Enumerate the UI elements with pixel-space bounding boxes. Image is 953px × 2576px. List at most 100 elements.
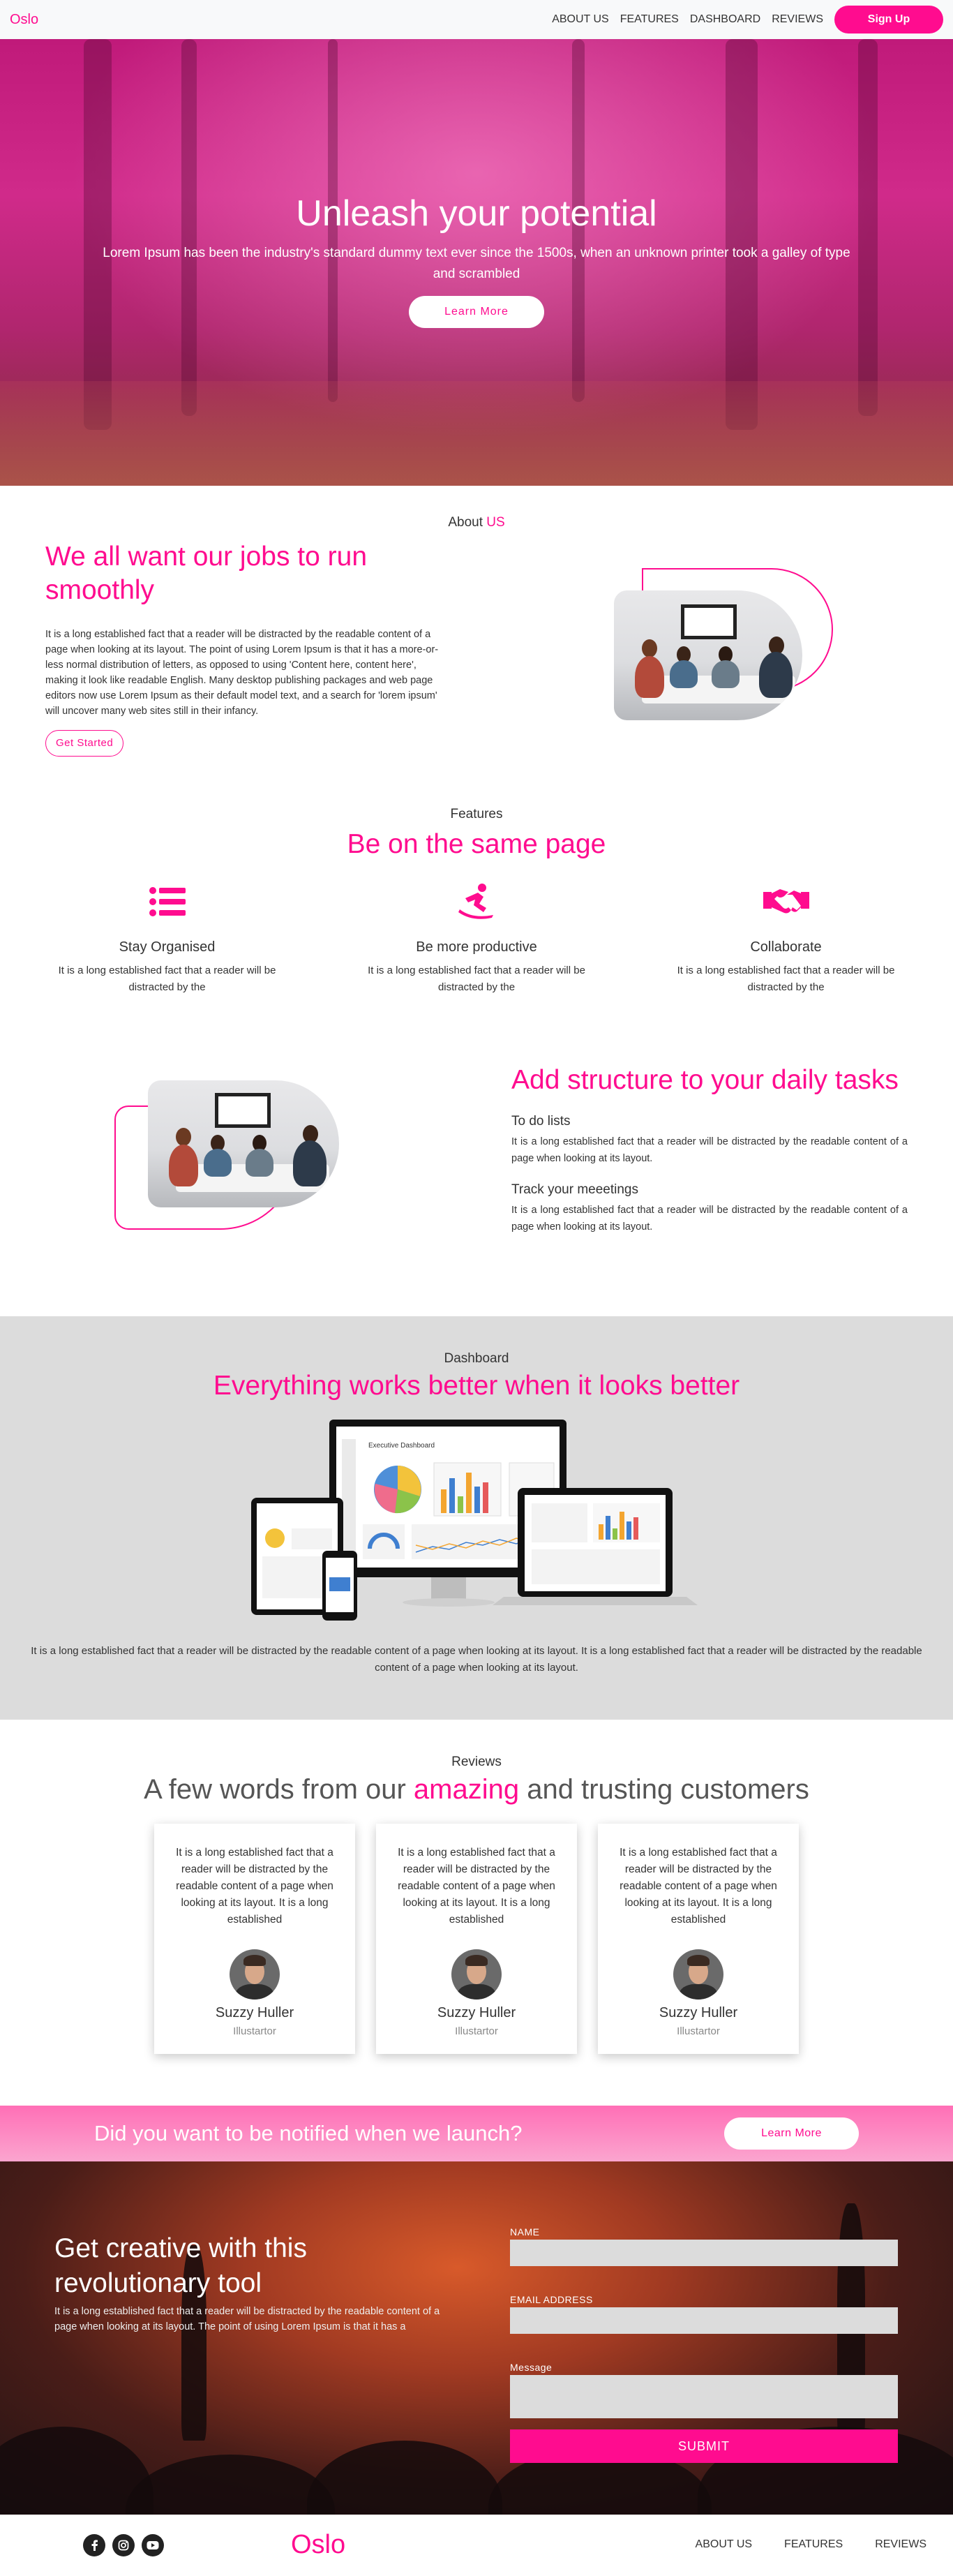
bar — [466, 1473, 472, 1513]
hero-learn-more-button[interactable]: Learn More — [409, 296, 544, 328]
name-field[interactable] — [510, 2240, 898, 2266]
bar — [620, 1512, 624, 1540]
avatar — [673, 1949, 723, 2000]
structure-item-text: It is a long established fact that a rea… — [511, 1205, 908, 1233]
facebook-icon[interactable] — [83, 2534, 105, 2556]
bar — [441, 1489, 447, 1513]
sign-up-button[interactable]: Sign Up — [834, 6, 943, 33]
features-eyebrow: Features — [450, 807, 503, 821]
review-list: It is a long established fact that a rea… — [0, 1824, 953, 2054]
dashboard-section: Dashboard Everything works better when i… — [0, 1316, 953, 1720]
snowboarder-icon — [353, 881, 601, 923]
review-card: It is a long established fact that a rea… — [598, 1824, 799, 2054]
bar — [474, 1487, 480, 1513]
person — [169, 1145, 198, 1186]
person-head — [642, 639, 657, 657]
crowd-silhouette — [126, 2455, 335, 2515]
hero-section: Unleash your potential Lorem Ipsum has b… — [0, 39, 953, 486]
about-section: About US We all want our jobs to run smo… — [0, 486, 953, 807]
gauge-panel — [363, 1524, 405, 1559]
structure-text-block: Add structure to your daily tasks To do … — [511, 1064, 908, 1235]
reviewer-name: Suzzy Huller — [215, 2005, 294, 2020]
dashboard-title: Everything works better when it looks be… — [213, 1371, 740, 1401]
person — [670, 660, 698, 688]
name-label: NAME — [510, 2226, 540, 2238]
reviews-eyebrow: Reviews — [451, 1755, 502, 1769]
about-title: We all want our jobs to run smoothly — [45, 542, 368, 605]
devices-illustration: Executive Dashboard — [251, 1420, 698, 1629]
hero-content: Unleash your potential Lorem Ipsum has b… — [0, 193, 953, 328]
forest-floor-decoration — [0, 381, 953, 486]
person — [635, 656, 664, 698]
about-eyebrow-accent: US — [486, 515, 505, 530]
review-text: It is a long established fact that a rea… — [176, 1847, 333, 1926]
brand-logo[interactable]: Oslo — [10, 12, 38, 28]
notify-learn-more-button[interactable]: Learn More — [724, 2117, 859, 2150]
bar — [606, 1516, 610, 1540]
tablet-panel — [262, 1556, 332, 1598]
review-text: It is a long established fact that a rea… — [398, 1847, 555, 1926]
notify-banner: Did you want to be notified when we laun… — [0, 2106, 953, 2161]
email-field[interactable] — [510, 2307, 898, 2334]
message-label: Message — [510, 2362, 553, 2373]
structure-section: Add structure to your daily tasks To do … — [0, 1037, 953, 1316]
tablet-pie — [265, 1528, 285, 1548]
notify-text: Did you want to be notified when we laun… — [94, 2121, 523, 2145]
person-head — [176, 1128, 191, 1146]
features-section: Features Be on the same page Stay Organi… — [0, 807, 953, 1037]
wall-screen — [215, 1093, 271, 1128]
dashboard-eyebrow: Dashboard — [444, 1351, 509, 1366]
meeting-photo — [614, 590, 802, 720]
email-label: EMAIL ADDRESS — [510, 2294, 593, 2305]
top-navbar: Oslo ABOUT US FEATURES DASHBOARD REVIEWS… — [0, 0, 953, 39]
submit-button[interactable]: SUBMIT — [510, 2429, 898, 2463]
handshake-icon — [662, 881, 910, 923]
contact-text-block: Get creative with this revolutionary too… — [54, 2231, 452, 2335]
reviewer-role: Illustartor — [455, 2025, 498, 2037]
instagram-icon[interactable] — [112, 2534, 135, 2556]
about-text-block: We all want our jobs to run smoothly It … — [45, 540, 443, 757]
laptop-base — [493, 1597, 698, 1605]
structure-item-heading: To do lists — [511, 1114, 571, 1129]
review-text: It is a long established fact that a rea… — [620, 1847, 777, 1926]
feature-card: Be more productive It is a long establis… — [353, 881, 601, 996]
avatar — [451, 1949, 502, 2000]
nav-link-features[interactable]: FEATURES — [620, 13, 679, 26]
nav-link-reviews[interactable]: REVIEWS — [772, 13, 823, 26]
get-started-button[interactable]: Get Started — [45, 730, 124, 757]
contact-title: Get creative with this revolutionary too… — [54, 2233, 307, 2298]
dashboard-caption: It is a long established fact that a rea… — [31, 1645, 922, 1674]
structure-item-text: It is a long established fact that a rea… — [511, 1136, 908, 1164]
bar — [483, 1482, 488, 1513]
footer: Oslo ABOUT US FEATURES REVIEWS — [0, 2515, 953, 2576]
footer-link-about-us[interactable]: ABOUT US — [696, 2538, 753, 2551]
structure-title: Add structure to your daily tasks — [511, 1065, 899, 1095]
footer-brand[interactable]: Oslo — [291, 2530, 345, 2560]
bar — [599, 1524, 603, 1540]
person — [293, 1140, 327, 1186]
nav-link-dashboard[interactable]: DASHBOARD — [690, 13, 760, 26]
nav-link-about-us[interactable]: ABOUT US — [552, 13, 609, 26]
social-links — [83, 2534, 164, 2556]
feature-card: Collaborate It is a long established fac… — [662, 881, 910, 996]
footer-link-features[interactable]: FEATURES — [784, 2538, 843, 2551]
laptop-panel — [532, 1503, 587, 1542]
reviewer-role: Illustartor — [677, 2025, 720, 2037]
reviews-title: A few words from our amazing and trustin… — [0, 1774, 953, 1806]
reviews-title-before: A few words from our — [144, 1774, 414, 1805]
reviews-section: Reviews A few words from our amazing and… — [0, 1720, 953, 2106]
reviewer-name: Suzzy Huller — [437, 2005, 516, 2020]
contact-section: Get creative with this revolutionary too… — [0, 2161, 953, 2515]
bar — [458, 1496, 463, 1513]
youtube-icon[interactable] — [142, 2534, 164, 2556]
reviews-title-after: and trusting customers — [519, 1774, 809, 1805]
review-card: It is a long established fact that a rea… — [376, 1824, 577, 2054]
laptop-panel — [532, 1549, 660, 1584]
feature-card: Stay Organised It is a long established … — [43, 881, 291, 996]
reviewer-role: Illustartor — [233, 2025, 276, 2037]
footer-links: ABOUT US FEATURES REVIEWS — [696, 2538, 926, 2551]
monitor-stand — [431, 1577, 466, 1601]
message-field[interactable] — [510, 2375, 898, 2418]
signup-form: NAME EMAIL ADDRESS Message SUBMIT — [510, 2226, 898, 2463]
footer-link-reviews[interactable]: REVIEWS — [875, 2538, 926, 2551]
